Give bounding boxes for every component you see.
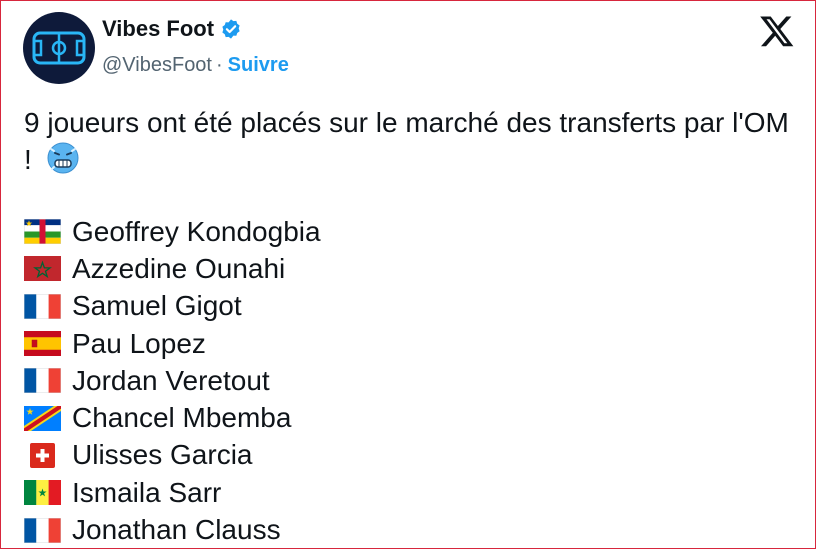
tweet-text: 9 joueurs ont été placés sur le marché d… xyxy=(24,104,794,178)
list-item: Ismaila Sarr xyxy=(24,474,321,511)
display-name[interactable]: Vibes Foot xyxy=(102,16,214,42)
player-name: Azzedine Ounahi xyxy=(72,252,286,284)
spain-flag-icon xyxy=(24,331,61,357)
separator-dot: · xyxy=(216,54,223,76)
player-name: Jonathan Clauss xyxy=(72,514,281,546)
player-name: Geoffrey Kondogbia xyxy=(72,215,321,247)
tweet-body: 9 joueurs ont été placés sur le marché d… xyxy=(24,107,789,175)
list-item: Chancel Mbemba xyxy=(24,399,321,436)
football-pitch-logo-icon xyxy=(32,31,86,65)
avatar[interactable] xyxy=(23,12,95,84)
dr-congo-flag-icon xyxy=(24,405,61,431)
france-flag-icon xyxy=(24,517,61,543)
senegal-flag-icon xyxy=(24,480,61,506)
player-name: Samuel Gigot xyxy=(72,290,242,322)
list-item: Geoffrey Kondogbia xyxy=(24,213,321,250)
morocco-flag-icon xyxy=(24,256,61,282)
player-name: Jordan Veretout xyxy=(72,364,270,396)
cold-face-emoji-icon xyxy=(47,142,79,174)
handle-row: @VibesFoot · Suivre xyxy=(102,54,289,77)
x-logo-icon[interactable] xyxy=(759,13,795,49)
france-flag-icon xyxy=(24,368,61,394)
handle[interactable]: @VibesFoot xyxy=(102,54,212,77)
player-name: Chancel Mbemba xyxy=(72,402,292,434)
list-item: Ulisses Garcia xyxy=(24,437,321,474)
list-item: Jonathan Clauss xyxy=(24,511,321,548)
player-name: Ulisses Garcia xyxy=(72,439,253,471)
players-list: Geoffrey Kondogbia Azzedine Ounahi Samue… xyxy=(24,213,321,549)
list-item: Azzedine Ounahi xyxy=(24,250,321,287)
switzerland-flag-icon xyxy=(30,442,55,468)
tweet-card: Vibes Foot @VibesFoot · Suivre 9 joueurs… xyxy=(0,0,816,549)
follow-button[interactable]: Suivre xyxy=(228,54,289,77)
france-flag-icon xyxy=(24,293,61,319)
central-african-republic-flag-icon xyxy=(24,219,61,245)
player-name: Pau Lopez xyxy=(72,327,206,359)
list-item: Samuel Gigot xyxy=(24,288,321,325)
player-name: Ismaila Sarr xyxy=(72,476,222,508)
author-name-row: Vibes Foot xyxy=(102,16,242,42)
list-item: Jordan Veretout xyxy=(24,362,321,399)
verified-badge-icon xyxy=(222,19,240,39)
list-item: Pau Lopez xyxy=(24,325,321,362)
